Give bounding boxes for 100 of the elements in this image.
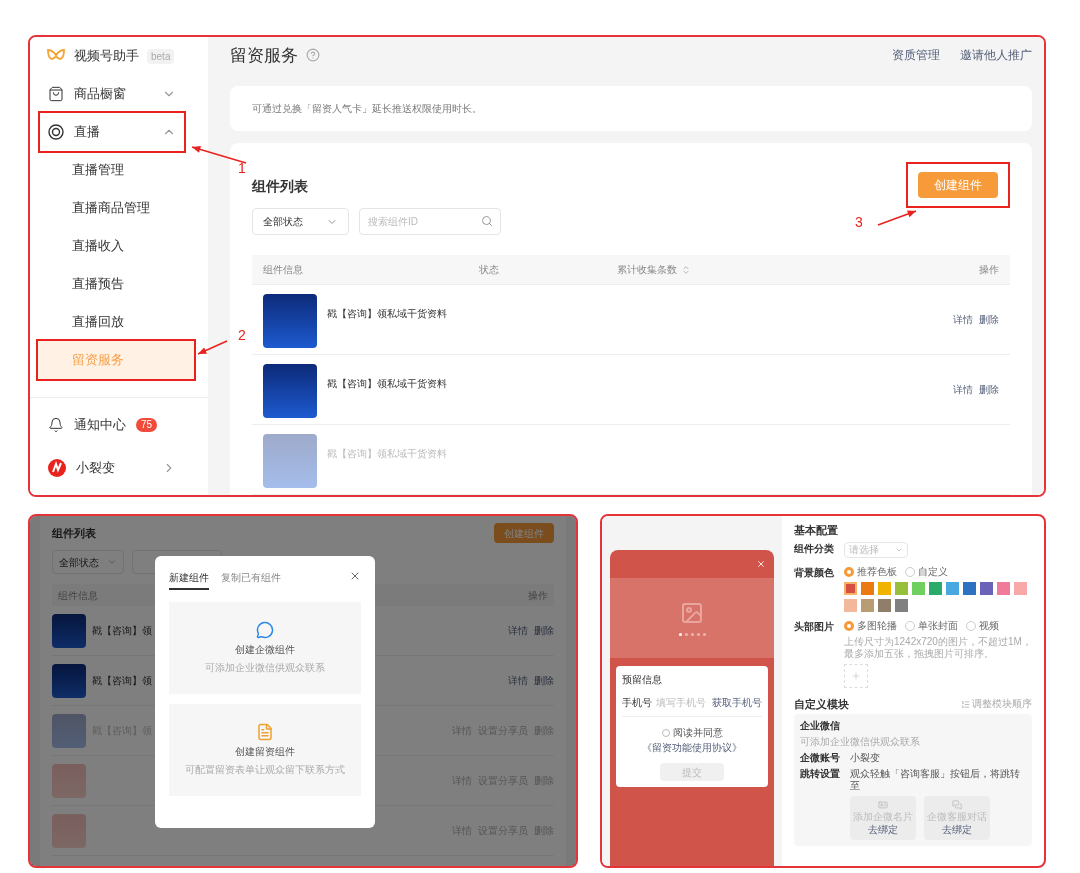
- nav-item[interactable]: 直播: [40, 113, 184, 151]
- form-title: 预留信息: [622, 673, 663, 687]
- brand-logo-icon: [48, 459, 66, 477]
- color-swatch[interactable]: [878, 599, 891, 612]
- row-action-link[interactable]: 详情: [953, 382, 973, 397]
- bell-icon: [48, 417, 64, 433]
- header-link[interactable]: 邀请他人推广: [960, 46, 1032, 65]
- nav-subitem[interactable]: 直播回放: [38, 303, 194, 341]
- field-label: 背景颜色: [794, 567, 835, 580]
- step-number: 3: [855, 215, 863, 229]
- section-title: 基本配置: [794, 524, 839, 536]
- color-swatch[interactable]: [929, 582, 942, 595]
- color-swatch[interactable]: [844, 599, 857, 612]
- color-swatch[interactable]: [963, 582, 976, 595]
- close-icon[interactable]: [349, 570, 361, 582]
- color-swatch[interactable]: [1014, 582, 1027, 595]
- option-title: 创建企微组件: [235, 643, 295, 657]
- dialog-tab[interactable]: 复制已有组件: [221, 570, 281, 588]
- dialog-tab[interactable]: 新建组件: [169, 570, 209, 590]
- radio-button[interactable]: [844, 621, 854, 631]
- sort-icon[interactable]: [681, 264, 691, 275]
- color-swatch[interactable]: [844, 582, 857, 595]
- radio-label: 多图轮播: [857, 620, 897, 632]
- color-swatch[interactable]: [895, 582, 908, 595]
- row-action-link[interactable]: 详情: [953, 312, 973, 327]
- chat-bubble-icon: [952, 800, 962, 810]
- get-phone-link[interactable]: 获取手机号: [712, 695, 762, 710]
- card-icon: [878, 800, 888, 810]
- section-title: 自定义模块: [794, 698, 849, 710]
- sort-icon: [961, 699, 970, 709]
- module-title: 企业微信: [800, 720, 841, 732]
- nav-subitem[interactable]: 直播收入: [38, 227, 194, 265]
- row-action-link[interactable]: 删除: [534, 623, 554, 638]
- color-swatch[interactable]: [861, 599, 874, 612]
- option-title: 创建留资组件: [235, 745, 295, 759]
- radio-label: 视频: [979, 620, 999, 632]
- beta-badge: beta: [147, 48, 175, 64]
- radio-label: 自定义: [918, 566, 948, 578]
- bind-link[interactable]: 去绑定: [942, 824, 972, 836]
- component-title: 戳【咨询】领私域干货资料: [327, 307, 447, 321]
- bind-link[interactable]: 去绑定: [868, 824, 898, 836]
- row-action-link[interactable]: 删除: [979, 382, 999, 397]
- color-swatch[interactable]: [946, 582, 959, 595]
- column-header: 操作: [979, 263, 999, 277]
- pointer-arrow: [877, 210, 917, 226]
- agreement-text: 阅读并同意: [672, 726, 723, 740]
- live-icon: [48, 124, 64, 140]
- nav-subitem[interactable]: 直播预告: [38, 265, 194, 303]
- help-icon[interactable]: [306, 48, 320, 63]
- color-swatch[interactable]: [912, 582, 925, 595]
- status-select[interactable]: 全部状态: [52, 550, 124, 574]
- search-field[interactable]: 搜索组件ID: [359, 208, 501, 235]
- column-header: 累计收集条数: [617, 263, 677, 277]
- nav-item[interactable]: 小裂变: [40, 449, 184, 487]
- notice-text: 可通过兑换「留资人气卡」延长推送权限使用时长。: [252, 101, 482, 116]
- row-action-link[interactable]: 详情: [508, 673, 528, 688]
- option-description: 可配置留资表单让观众留下联系方式: [185, 763, 345, 777]
- color-swatch[interactable]: [997, 582, 1010, 595]
- image-placeholder-icon: [680, 600, 704, 625]
- step-number: 1: [238, 161, 246, 175]
- color-swatch[interactable]: [980, 582, 993, 595]
- close-icon: [756, 559, 766, 569]
- count-badge: 75: [136, 418, 158, 432]
- pointer-arrow: [191, 146, 247, 164]
- option-card[interactable]: 创建企微组件 可添加企业微信供观众联系: [169, 602, 361, 694]
- step-number: 2: [238, 328, 246, 342]
- row-action-link[interactable]: 删除: [979, 312, 999, 327]
- nav-item[interactable]: 商品橱窗: [40, 75, 184, 113]
- radio-label: 推荐色板: [857, 566, 897, 578]
- pointer-arrow: [197, 340, 228, 355]
- header-link[interactable]: 资质管理: [892, 46, 940, 65]
- option-description: 可添加企业微信供观众联系: [205, 661, 325, 675]
- radio-label: 单张封面: [918, 620, 958, 632]
- search-icon: [481, 215, 493, 227]
- color-swatch[interactable]: [895, 599, 908, 612]
- app-title: 视频号助手: [74, 47, 139, 66]
- radio-button[interactable]: [844, 567, 854, 577]
- option-card[interactable]: 创建留资组件 可配置留资表单让观众留下联系方式: [169, 704, 361, 796]
- nav-subitem[interactable]: 直播管理: [38, 151, 194, 189]
- component-title: 戳【咨询】领: [92, 674, 152, 688]
- agreement-link[interactable]: 《留资功能使用协议》: [642, 740, 742, 755]
- document-icon: [256, 723, 274, 741]
- field-label: 组件分类: [794, 543, 835, 556]
- chevron-down-icon: [107, 557, 117, 567]
- row-action-link[interactable]: 删除: [534, 673, 554, 688]
- color-swatch[interactable]: [878, 582, 891, 595]
- column-header: 状态: [479, 263, 499, 277]
- nav-item[interactable]: 通知中心 75: [40, 406, 184, 444]
- component-title: 戳【咨询】领私域干货资料: [327, 377, 447, 391]
- plus-icon: [851, 671, 861, 681]
- row-action-link[interactable]: 详情: [508, 623, 528, 638]
- color-swatch[interactable]: [861, 582, 874, 595]
- section-title: 组件列表: [252, 177, 308, 196]
- status-select[interactable]: 全部状态: [252, 208, 349, 235]
- component-title: 戳【咨询】领: [92, 624, 152, 638]
- upload-hint: 上传尺寸为1242x720的图片，不超过1M，最多添加五张，拖拽图片可排序。: [844, 636, 1032, 660]
- bag-icon: [48, 86, 64, 102]
- nav-subitem[interactable]: 直播商品管理: [38, 189, 194, 227]
- upload-box[interactable]: [844, 664, 868, 688]
- field-value: 观众轻触「咨询客服」按钮后，将跳转至: [850, 768, 1021, 792]
